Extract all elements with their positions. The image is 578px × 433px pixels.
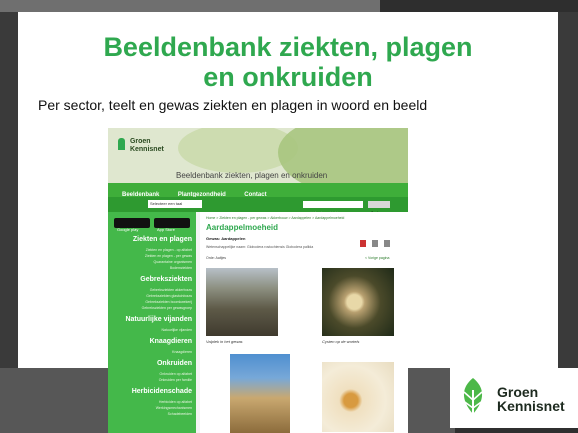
website-main: Home > Ziekten en plagen - per gewas > A… bbox=[200, 212, 408, 433]
latin-name: Wetenschappelijke naam: Globodera rostoc… bbox=[206, 245, 314, 249]
sidebar-link[interactable]: Gebreksziekten per gewasgroep bbox=[108, 306, 192, 310]
sidebar-heading-gebreksziekten[interactable]: Gebreksziekten bbox=[108, 276, 192, 283]
sidebar-link[interactable]: Onkruiden op alfabet bbox=[108, 372, 193, 376]
order-label: Orde: Aaltjes bbox=[206, 256, 227, 260]
slide-title: Beeldenbank ziekten, plagen en onkruiden bbox=[18, 32, 558, 92]
sidebar-link[interactable]: Quarantaine organismen bbox=[108, 260, 192, 264]
email-icon[interactable] bbox=[384, 240, 390, 247]
slide-subtitle: Per sector, teelt en gewas ziekten en pl… bbox=[38, 97, 428, 113]
sidebar-link[interactable]: Ziekten en plagen - op alfabet bbox=[108, 248, 192, 252]
leaf-logo-icon bbox=[118, 138, 125, 150]
page-title: Aardappelmoeheid bbox=[206, 223, 279, 232]
sidebar-heading-onkruiden[interactable]: Onkruiden bbox=[108, 360, 192, 367]
website-logo-line2: Kennisnet bbox=[129, 146, 164, 153]
website-header: Groen Kennisnet Beeldenbank ziekten, pla… bbox=[108, 128, 408, 196]
pdf-icon[interactable] bbox=[360, 240, 366, 247]
groen-kennisnet-logo: Groen Kennisnet bbox=[450, 368, 578, 428]
photo-caption: Valplek in het gewas bbox=[206, 339, 243, 344]
logo-text: Groen Kennisnet bbox=[497, 385, 565, 413]
search-button[interactable]: Zoeken bbox=[368, 201, 390, 215]
toolbar bbox=[360, 234, 405, 247]
sidebar-link[interactable]: Natuurlijke vijanden bbox=[108, 328, 192, 332]
language-select[interactable]: Selecteer een taal bbox=[148, 200, 202, 208]
photo-field[interactable] bbox=[206, 268, 278, 336]
gewas-label: Gewas: Aardappelen bbox=[206, 236, 246, 241]
sidebar-link[interactable]: Schadebeelden bbox=[108, 412, 192, 416]
website-logo-line1: Groen bbox=[129, 138, 151, 145]
google-play-badge[interactable]: Google play bbox=[114, 218, 150, 232]
sidebar-heading-ziekten[interactable]: Ziekten en plagen bbox=[108, 236, 192, 243]
logo-line1: Groen bbox=[497, 384, 539, 400]
sidebar-link[interactable]: Gebreksziekten glastuinbouw bbox=[108, 294, 192, 298]
website-screenshot: Groen Kennisnet Beeldenbank ziekten, pla… bbox=[108, 128, 408, 433]
sidebar-link[interactable]: Gebreksziekten akkerbouw bbox=[108, 288, 192, 292]
photo-roots[interactable] bbox=[322, 268, 394, 336]
website-nav: Beeldenbank Plantgezondheid Contact bbox=[108, 183, 408, 198]
photo-caption: Cysten op de wortels bbox=[322, 339, 360, 344]
sidebar-link[interactable]: Onkruiden per familie bbox=[108, 378, 192, 382]
back-link[interactable]: < Vorige pagina bbox=[365, 256, 389, 260]
slide-title-line1: Beeldenbank ziekten, plagen bbox=[103, 32, 473, 62]
photo-cysts-close[interactable] bbox=[322, 362, 394, 432]
logo-line2: Kennisnet bbox=[497, 398, 565, 414]
website-logo[interactable]: Groen Kennisnet bbox=[118, 138, 164, 154]
sidebar-heading-knaagdieren[interactable]: Knaagdieren bbox=[108, 338, 192, 345]
website-search-bar: Selecteer een taal zoek* Aardappelziekte… bbox=[108, 197, 408, 215]
sidebar-link[interactable]: Herbiciden op alfabet bbox=[108, 400, 192, 404]
print-icon[interactable] bbox=[372, 240, 378, 247]
top-bar-left bbox=[0, 0, 380, 12]
app-store-label: App Store bbox=[157, 227, 175, 232]
search-input[interactable]: zoek* Aardappelziekten bbox=[303, 201, 363, 215]
photo-cysts-blue[interactable] bbox=[230, 354, 290, 433]
leaf-logo-icon bbox=[461, 378, 485, 420]
sidebar-link[interactable]: Knaagdieren bbox=[108, 350, 192, 354]
top-bar-right bbox=[380, 0, 578, 12]
sidebar-link[interactable]: Ziekten en plagen - per gewas bbox=[108, 254, 192, 258]
app-store-badge[interactable]: App Store bbox=[154, 218, 190, 232]
sidebar-heading-natuurlijke-vijanden[interactable]: Natuurlijke vijanden bbox=[108, 316, 192, 323]
slide-title-line2: en onkruiden bbox=[203, 62, 373, 92]
website-title: Beeldenbank ziekten, plagen en onkruiden bbox=[176, 171, 328, 180]
sidebar-link[interactable]: Werkingsmechanismen bbox=[108, 406, 192, 410]
website-sidebar: Google play App Store Ziekten en plagen … bbox=[108, 212, 196, 433]
sidebar-link[interactable]: Gebreksziekten boomkwekerij bbox=[108, 300, 192, 304]
sidebar-heading-herbicidenschade[interactable]: Herbicidenschade bbox=[108, 388, 192, 395]
sidebar-link[interactable]: Bodemziekten bbox=[108, 266, 192, 270]
google-play-label: Google play bbox=[117, 227, 139, 232]
breadcrumb[interactable]: Home > Ziekten en plagen - per gewas > A… bbox=[206, 216, 344, 220]
